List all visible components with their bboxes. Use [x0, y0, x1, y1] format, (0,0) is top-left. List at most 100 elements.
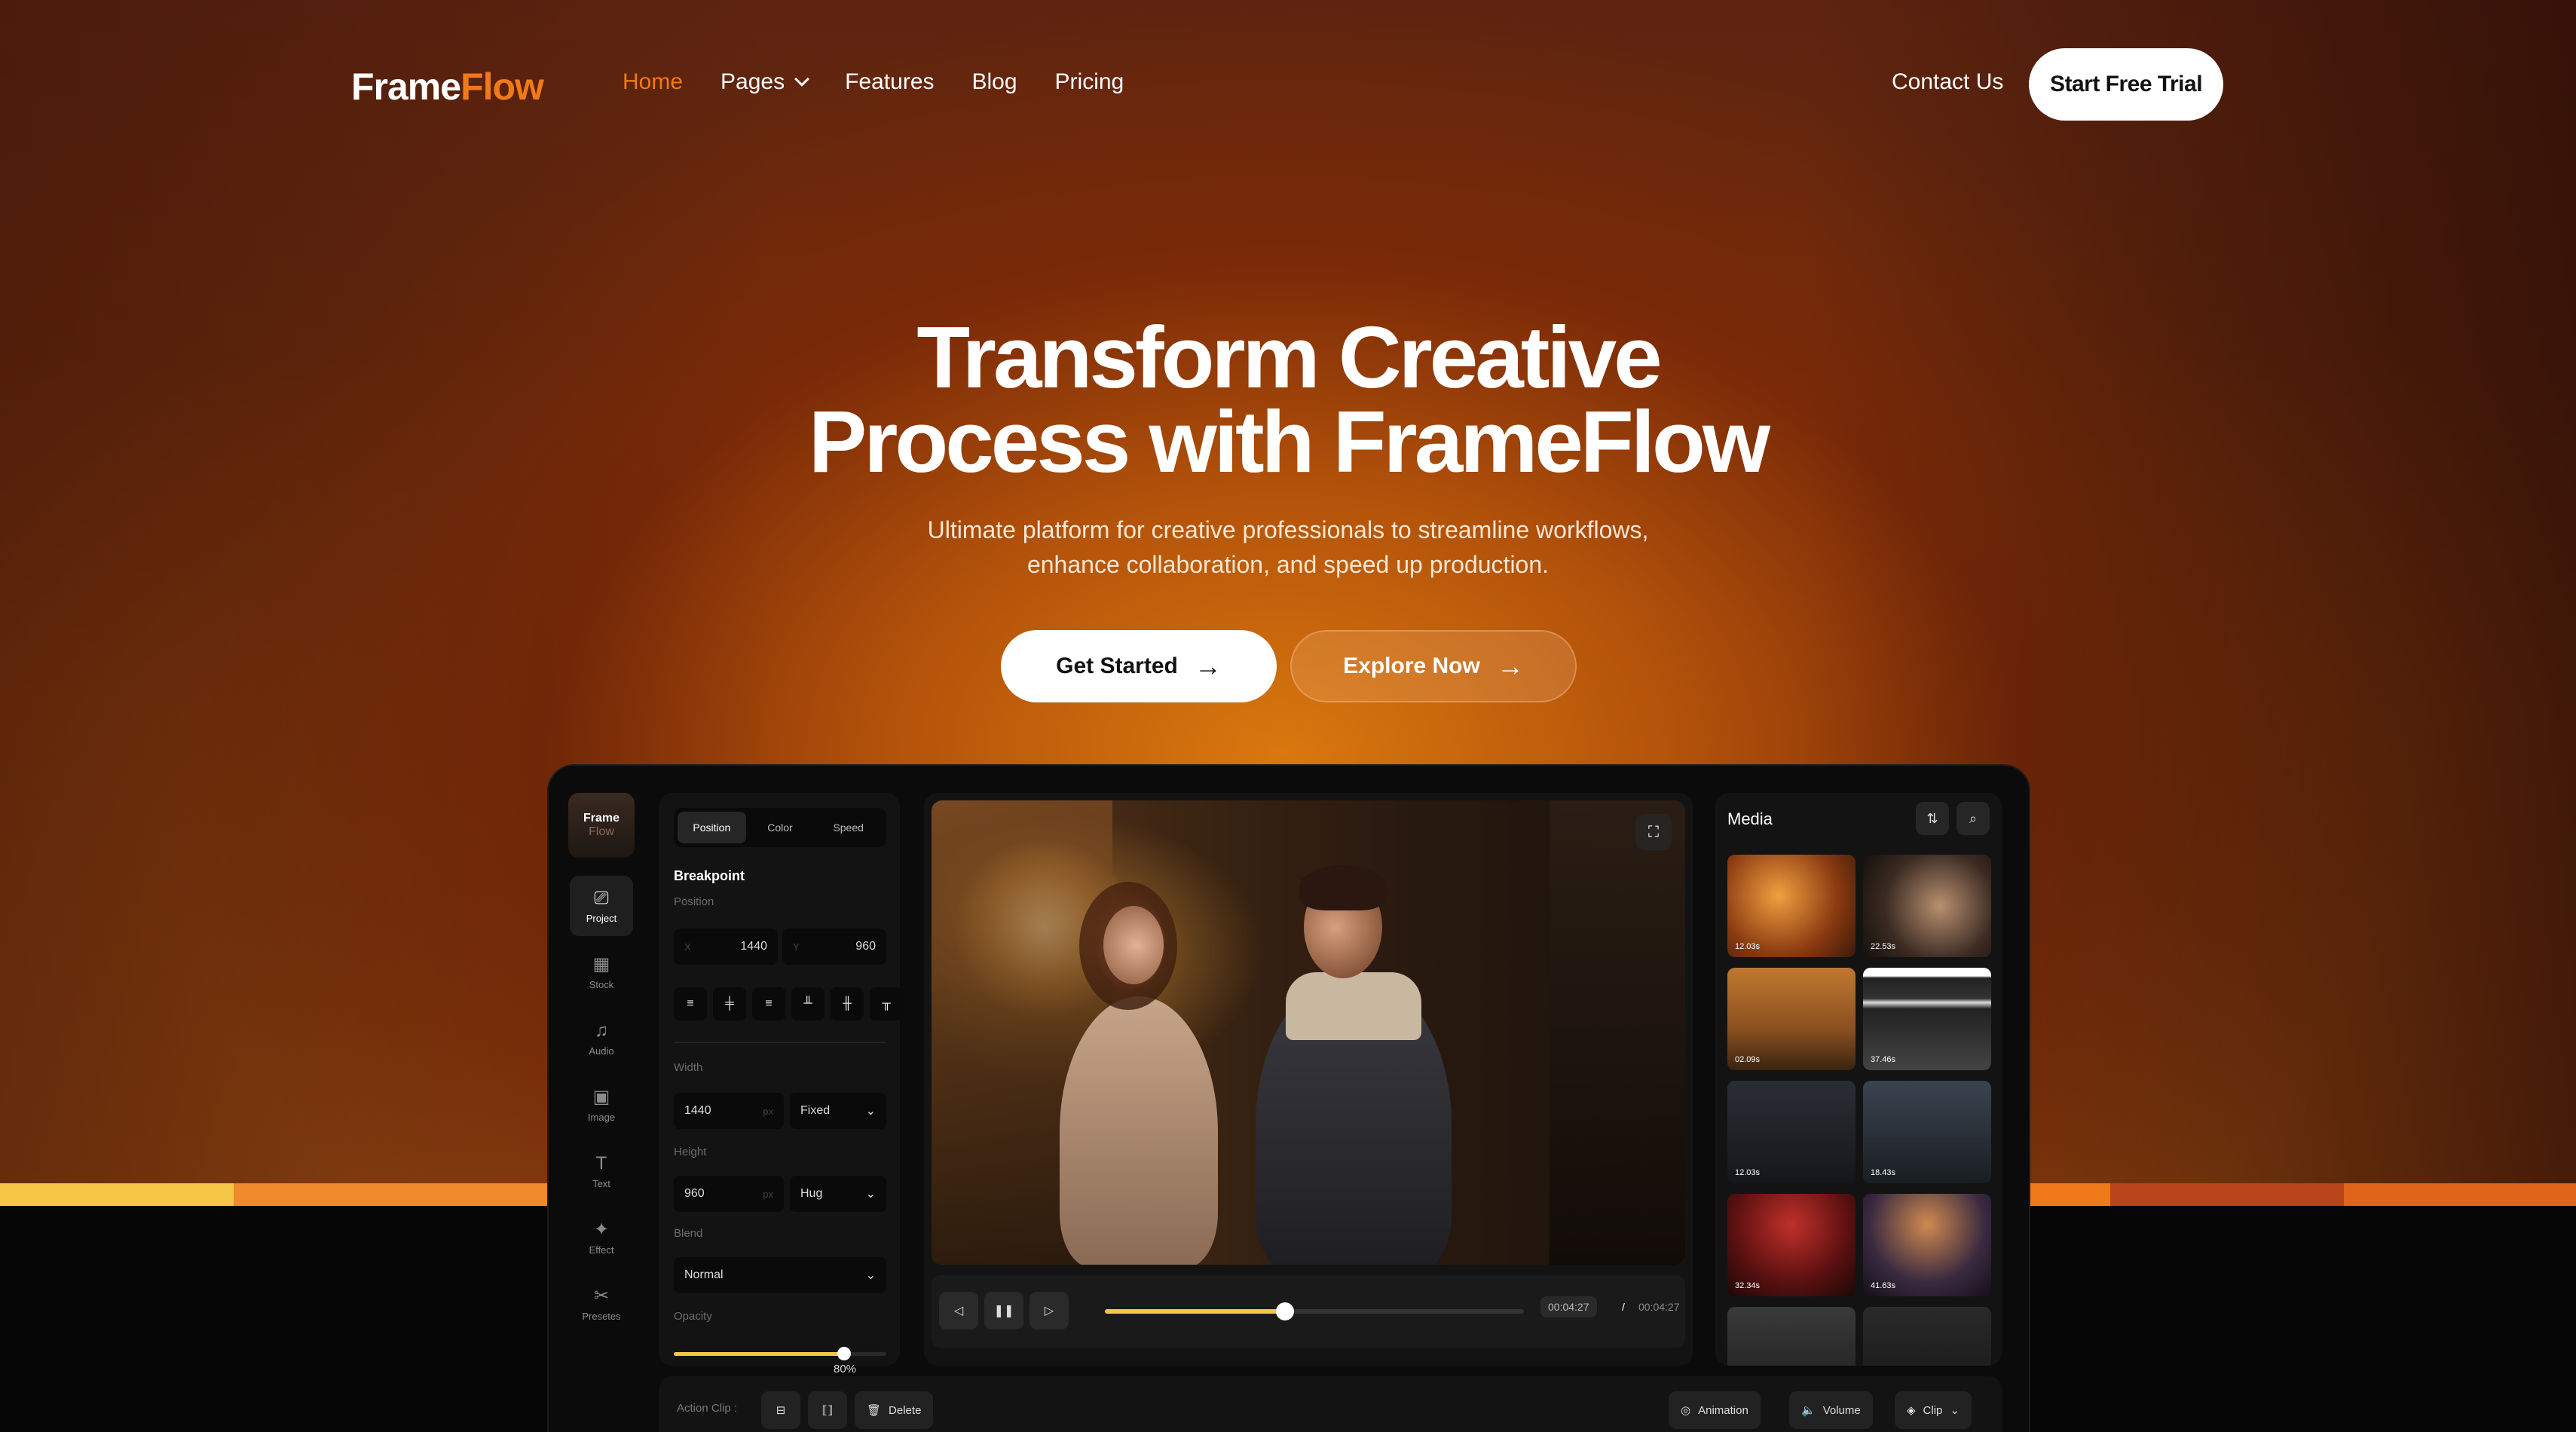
- search-button[interactable]: ⌕: [1956, 802, 1990, 835]
- opacity-slider[interactable]: [674, 1347, 886, 1360]
- opacity-slider-handle[interactable]: [837, 1347, 851, 1360]
- nav-home[interactable]: Home: [623, 69, 683, 95]
- x-value: 1440: [740, 940, 767, 953]
- align-right-icon[interactable]: ≡: [752, 987, 785, 1020]
- rewind-button[interactable]: ◁: [939, 1292, 978, 1329]
- nav-pricing[interactable]: Pricing: [1055, 69, 1124, 95]
- split-button[interactable]: ⊟: [761, 1391, 800, 1429]
- tab-speed[interactable]: Speed: [814, 812, 883, 843]
- blend-select[interactable]: Normal ⌄: [674, 1257, 886, 1293]
- align-left-icon[interactable]: ≡: [674, 987, 707, 1020]
- contact-link[interactable]: Contact Us: [1892, 69, 2003, 95]
- forward-button[interactable]: ▷: [1029, 1292, 1069, 1329]
- media-thumbnail[interactable]: 22.53s: [1863, 855, 1991, 957]
- rail-item-audio[interactable]: ♫ Audio: [570, 1008, 633, 1069]
- media-thumbnail[interactable]: 37.46s: [1863, 968, 1991, 1070]
- nav-pages[interactable]: Pages: [720, 69, 810, 95]
- app-logo-line2: Flow: [589, 825, 614, 838]
- align-center-v-icon[interactable]: ╫: [831, 987, 864, 1020]
- align-top-icon[interactable]: ╨: [791, 987, 825, 1020]
- fullscreen-button[interactable]: ⛶: [1635, 814, 1672, 850]
- divider: [674, 1042, 886, 1043]
- brand-logo[interactable]: FrameFlow: [351, 65, 544, 109]
- forward-icon: ▷: [1044, 1305, 1054, 1317]
- nav-blog[interactable]: Blog: [972, 69, 1017, 95]
- height-field[interactable]: 960 px: [674, 1176, 784, 1212]
- media-thumbnail[interactable]: 41.63s: [1863, 1194, 1991, 1296]
- animation-button[interactable]: ◎ Animation: [1669, 1391, 1761, 1429]
- nav-features[interactable]: Features: [845, 69, 934, 95]
- film-icon: ⎚: [594, 887, 609, 908]
- arrow-right-icon: →: [1194, 650, 1222, 681]
- width-field[interactable]: 1440 px: [674, 1093, 784, 1129]
- align-center-h-icon[interactable]: ╪: [713, 987, 746, 1020]
- clip-dropdown[interactable]: ◈ Clip ⌄: [1895, 1391, 1972, 1429]
- height-mode-select[interactable]: Hug ⌄: [790, 1176, 886, 1212]
- start-free-trial-button[interactable]: Start Free Trial: [2029, 48, 2223, 121]
- delete-button[interactable]: 🗑 Delete: [855, 1391, 934, 1429]
- rail-item-stock[interactable]: ▦ Stock: [570, 942, 633, 1002]
- expand-icon: ⛶: [1648, 823, 1659, 840]
- media-thumbnail[interactable]: [1863, 1307, 1991, 1366]
- audio-icon: ♫: [595, 1020, 608, 1041]
- tab-color[interactable]: Color: [746, 812, 815, 843]
- height-value: 960: [684, 1187, 705, 1200]
- align-bottom-icon[interactable]: ╥: [870, 987, 903, 1020]
- trim-button[interactable]: ⟦⟧: [808, 1391, 847, 1429]
- volume-button[interactable]: 🔈 Volume: [1789, 1391, 1873, 1429]
- y-field[interactable]: Y 960: [782, 929, 886, 965]
- rail-item-image[interactable]: ▣ Image: [570, 1075, 633, 1135]
- sort-button[interactable]: ⇅: [1916, 802, 1949, 835]
- width-label: Width: [674, 1061, 703, 1074]
- rail-item-presets[interactable]: ✂ Presetes: [570, 1274, 633, 1334]
- video-preview[interactable]: ⛶: [932, 800, 1685, 1265]
- explore-now-label: Explore Now: [1343, 653, 1480, 678]
- hero-subtitle-line1: Ultimate platform for creative professio…: [927, 516, 1649, 543]
- media-thumbnail[interactable]: 18.43s: [1863, 1081, 1991, 1183]
- media-thumbnail[interactable]: 32.34s: [1727, 1194, 1856, 1296]
- explore-now-button[interactable]: Explore Now →: [1290, 630, 1577, 702]
- rail-item-effect[interactable]: ✦ Effect: [570, 1207, 633, 1268]
- rail-item-text[interactable]: T Text: [570, 1141, 633, 1201]
- x-field[interactable]: X 1440: [674, 929, 778, 965]
- opacity-value: 80%: [834, 1363, 857, 1375]
- split-icon: ⊟: [776, 1404, 786, 1417]
- media-thumbnail[interactable]: 12.03s: [1727, 855, 1856, 957]
- arrow-right-icon: →: [1496, 650, 1524, 681]
- opacity-label: Opacity: [674, 1310, 712, 1323]
- y-value: 960: [855, 940, 876, 953]
- media-duration: 12.03s: [1735, 942, 1761, 951]
- volume-icon: 🔈: [1801, 1404, 1816, 1417]
- action-bar: Action Clip : ⊟ ⟦⟧ 🗑 Delete ◎ Animation 🔈 V…: [659, 1376, 2002, 1432]
- media-thumbnail[interactable]: 12.03s: [1727, 1081, 1856, 1183]
- opacity-slider-fill: [674, 1352, 844, 1356]
- media-thumbnail[interactable]: [1727, 1307, 1856, 1366]
- media-title: Media: [1727, 809, 1773, 828]
- tab-position[interactable]: Position: [678, 812, 746, 843]
- get-started-button[interactable]: Get Started →: [1001, 630, 1277, 702]
- media-duration: 37.46s: [1871, 1055, 1896, 1064]
- rail-item-project[interactable]: ⎚ Project: [570, 876, 633, 936]
- search-icon: ⌕: [1969, 810, 1978, 826]
- main-nav: Home Pages Features Blog Pricing: [623, 69, 1124, 95]
- rewind-icon: ◁: [953, 1305, 964, 1317]
- current-time: 00:04:27: [1540, 1296, 1597, 1317]
- hero-title: Transform Creative Process with FrameFlo…: [0, 314, 2576, 491]
- animation-label: Animation: [1698, 1403, 1748, 1417]
- width-mode-value: Fixed: [800, 1104, 831, 1117]
- width-mode-select[interactable]: Fixed ⌄: [790, 1093, 886, 1129]
- pause-button[interactable]: ❚❚: [984, 1292, 1023, 1329]
- playback-progress[interactable]: [1105, 1302, 1524, 1320]
- media-duration: 22.53s: [1871, 942, 1896, 951]
- rail-label: Presetes: [582, 1310, 621, 1322]
- media-thumbnail[interactable]: 02.09s: [1727, 968, 1856, 1070]
- total-time: 00:04:27: [1638, 1301, 1680, 1313]
- hero-title-line2: Process with FrameFlow: [808, 393, 1770, 491]
- get-started-label: Get Started: [1056, 653, 1178, 678]
- media-duration: 32.34s: [1735, 1281, 1761, 1290]
- chevron-down-icon: ⌄: [1950, 1404, 1960, 1417]
- app-logo[interactable]: Frame Flow: [568, 793, 635, 858]
- rail-label: Text: [592, 1177, 610, 1189]
- pause-icon: ❚❚: [993, 1305, 1014, 1317]
- playback-scrubber[interactable]: [1276, 1302, 1295, 1320]
